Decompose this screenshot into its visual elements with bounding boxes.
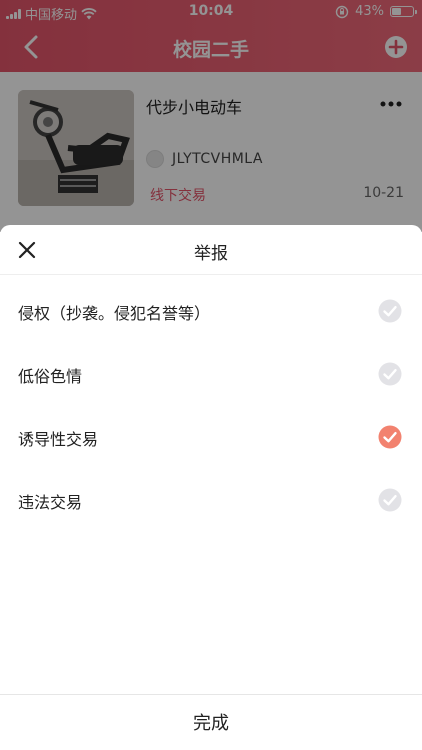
option-label: 诱导性交易 <box>18 430 99 449</box>
report-option-vulgar[interactable]: 低俗色情 <box>0 343 422 406</box>
report-options: 侵权（抄袭。侵犯名誉等） 低俗色情 诱导性交易 违法交易 <box>0 280 422 532</box>
sheet-title: 举报 <box>194 244 228 264</box>
sheet-footer: 完成 <box>0 694 422 750</box>
check-icon[interactable] <box>378 425 402 449</box>
check-icon[interactable] <box>378 488 402 512</box>
report-option-illegal[interactable]: 违法交易 <box>0 469 422 532</box>
done-button[interactable]: 完成 <box>0 709 422 735</box>
option-label: 低俗色情 <box>18 367 83 386</box>
report-sheet: 举报 侵权（抄袭。侵犯名誉等） 低俗色情 诱导性交易 违法交易 完成 <box>0 225 422 750</box>
modal-overlay[interactable] <box>0 0 422 232</box>
option-label: 违法交易 <box>18 493 83 512</box>
check-icon[interactable] <box>378 299 402 323</box>
sheet-header: 举报 <box>0 225 422 275</box>
report-option-infringement[interactable]: 侵权（抄袭。侵犯名誉等） <box>0 280 422 343</box>
check-icon[interactable] <box>378 362 402 386</box>
report-option-inducement[interactable]: 诱导性交易 <box>0 406 422 469</box>
option-label: 侵权（抄袭。侵犯名誉等） <box>18 304 211 323</box>
